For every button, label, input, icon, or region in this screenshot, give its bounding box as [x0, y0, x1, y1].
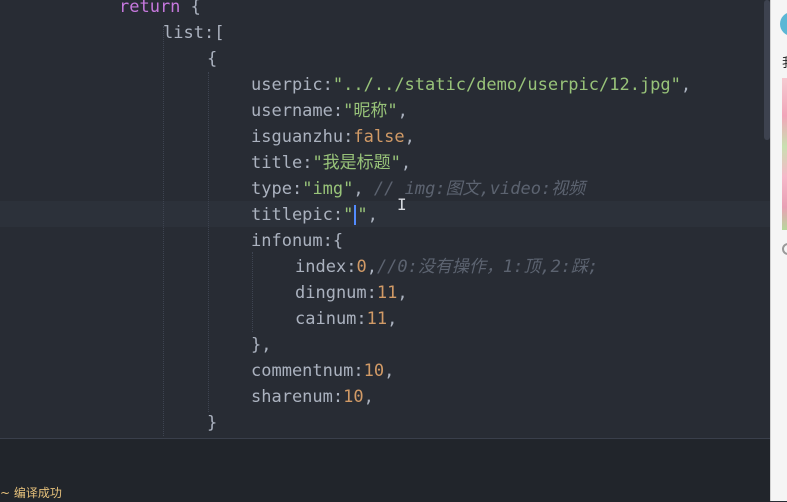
code-line-isguanzhu: isguanzhu:false,	[251, 127, 415, 147]
code-line-dingnum: dingnum:11,	[295, 283, 408, 303]
preview-text: 我	[782, 52, 787, 71]
indent-guide	[208, 72, 209, 412]
code-line-username: username:"昵称",	[251, 101, 408, 121]
avatar[interactable]	[780, 12, 787, 36]
indent-guide	[252, 252, 253, 332]
code-line-type: type:"img", // img:图文,video:视频	[251, 179, 586, 199]
code-line-titlepic: titlepic:" ",	[251, 205, 378, 225]
code-line-commentnum: commentnum:10,	[251, 361, 395, 381]
console-output: ~ 编译成功	[0, 486, 62, 500]
comment-icon[interactable]	[782, 243, 787, 255]
console-panel[interactable]: ~ 编译成功	[0, 438, 770, 502]
preview-image	[782, 78, 787, 230]
code-line-list: list:[	[163, 23, 225, 43]
code-line-infonum: infonum:{	[251, 231, 344, 251]
code-line-object-close: }	[207, 413, 218, 433]
indent-guide	[163, 26, 164, 436]
code-line-cainum: cainum:11,	[295, 309, 398, 329]
code-line-title: title:"我是标题",	[251, 153, 412, 173]
code-line-infonum-close: },	[251, 335, 272, 355]
code-line-return: return {	[119, 0, 201, 17]
code-line-index: index:0,//0:没有操作，1:顶,2:踩;	[295, 257, 599, 277]
code-line-object-open: {	[207, 49, 218, 69]
preview-panel[interactable]: 我	[770, 0, 787, 501]
code-line-userpic: userpic:"../../static/demo/userpic/12.jp…	[251, 75, 692, 95]
code-line-sharenum: sharenum:10,	[251, 387, 374, 407]
code-editor[interactable]: return { list:[ { userpic:"../../static/…	[0, 0, 770, 440]
current-line-highlight	[0, 201, 770, 227]
mouse-ibeam-cursor: I	[397, 195, 407, 214]
